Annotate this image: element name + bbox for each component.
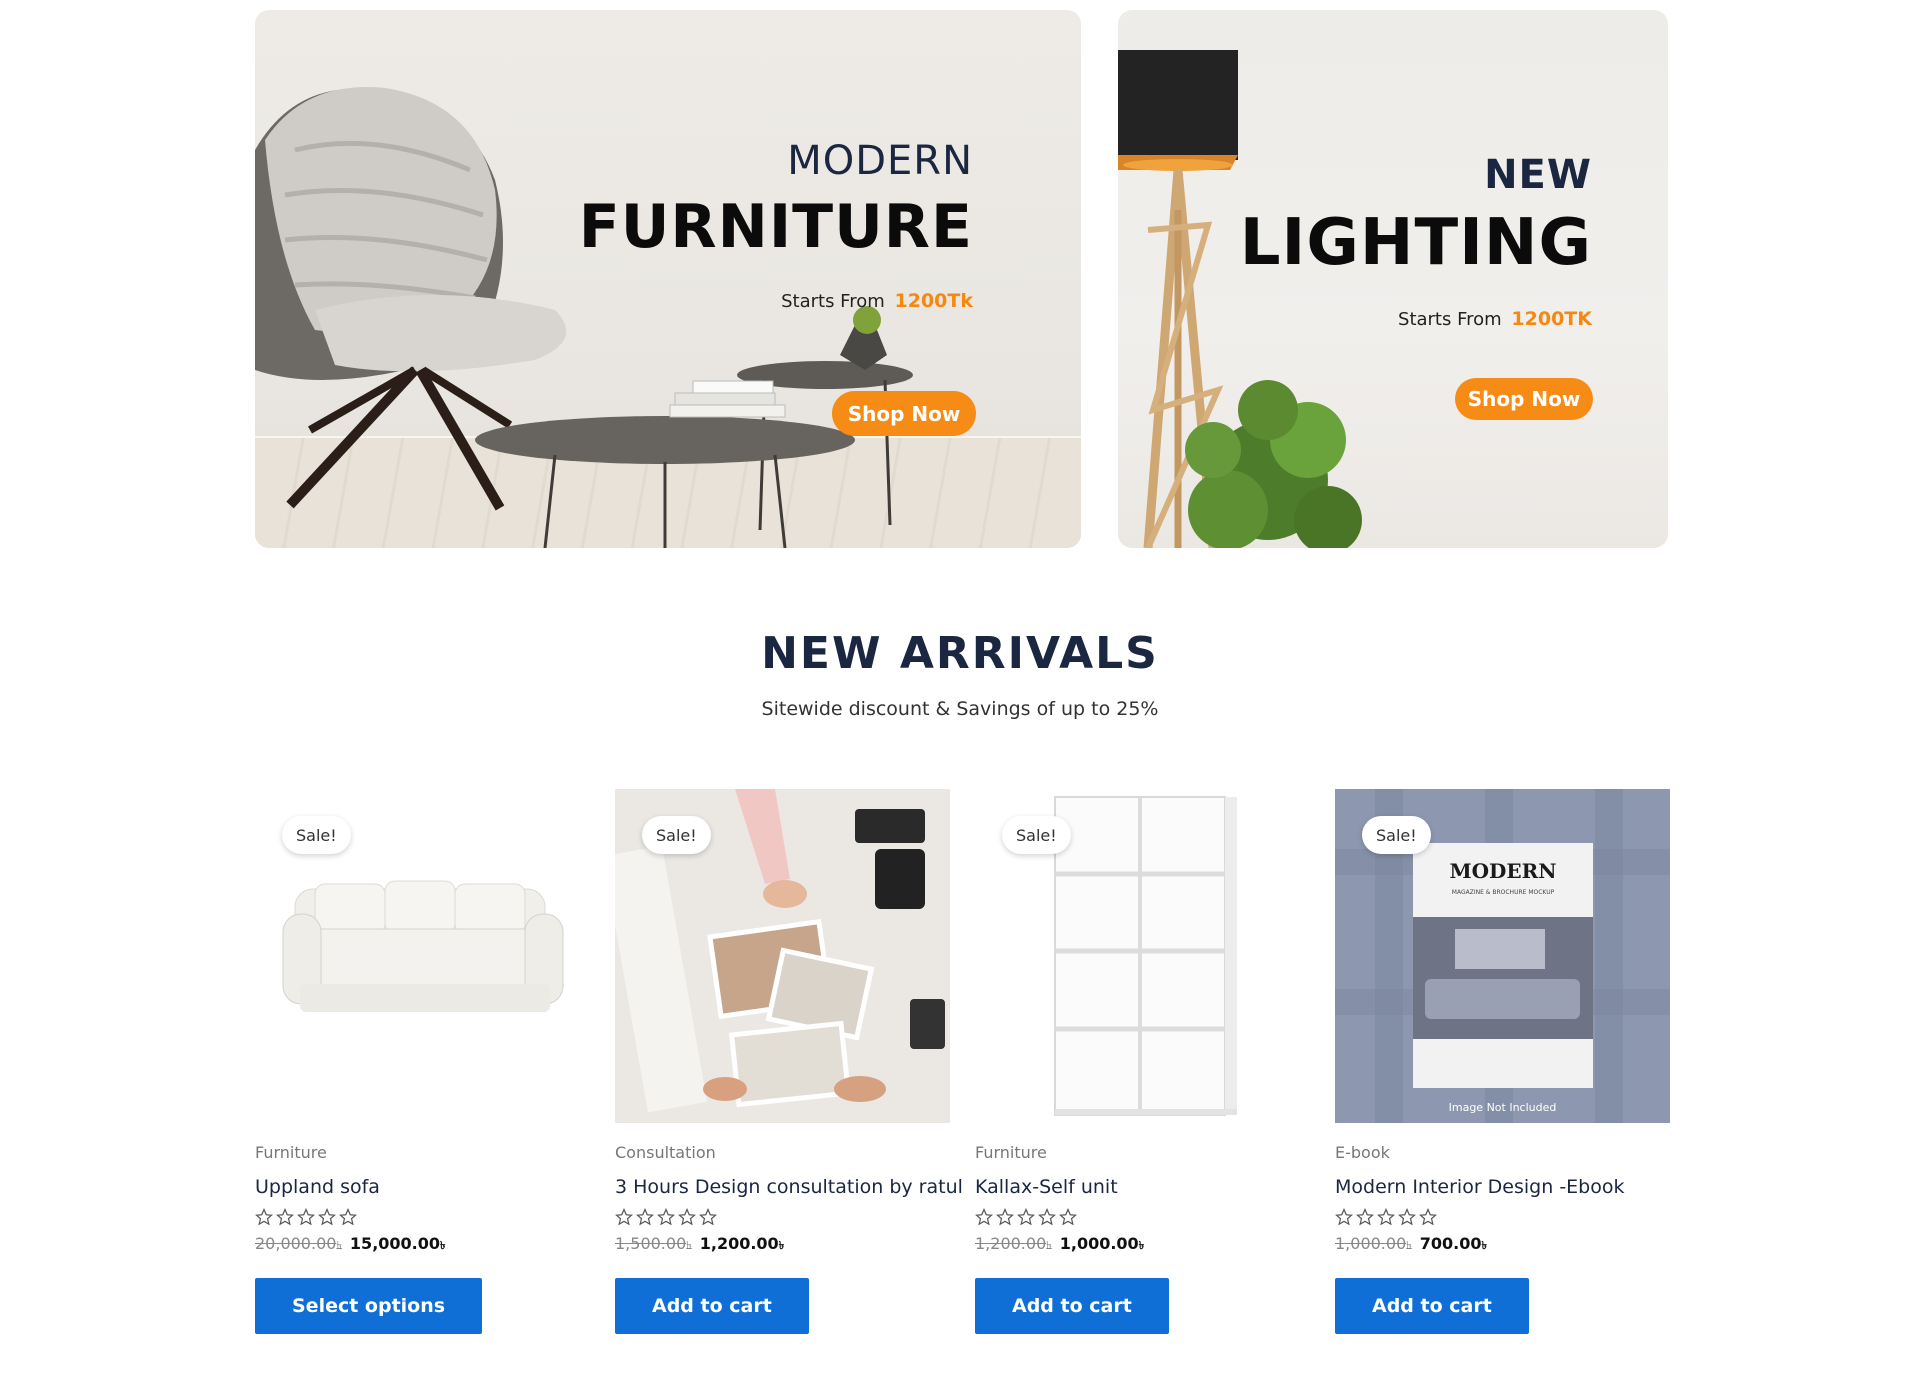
banner-price: Starts From 1200Tk [553,290,973,312]
star-outline-icon [678,1208,696,1226]
shop-now-button[interactable]: Shop Now [1455,378,1593,420]
product-price: 1,200.00৳ 1,000.00৳ [975,1234,1310,1256]
add-to-cart-button[interactable]: Add to cart [1335,1278,1529,1334]
product-image[interactable]: Sale! [975,789,1310,1123]
sale-badge: Sale! [282,816,351,854]
furniture-banner[interactable]: MODERN FURNITURE Starts From 1200Tk Shop… [255,10,1081,548]
product-image[interactable]: Sale! [255,789,590,1123]
banner-price-label: Starts From [1398,309,1502,330]
star-outline-icon [1017,1208,1035,1226]
currency-symbol: ৳ [1046,1239,1052,1252]
star-outline-icon [636,1208,654,1226]
product-card: Sale! Furniture Kallax-Self unit 1,200.0… [975,789,1310,1334]
old-price-value: 20,000.00 [255,1234,337,1253]
star-outline-icon [255,1208,273,1226]
old-price: 1,500.00৳ [615,1234,692,1256]
currency-symbol: ৳ [1138,1239,1145,1252]
star-outline-icon [975,1208,993,1226]
currency-symbol: ৳ [336,1239,342,1252]
star-rating [975,1208,1310,1226]
star-outline-icon [657,1208,675,1226]
product-price: 1,000.00৳ 700.00৳ [1335,1234,1670,1256]
product-name[interactable]: 3 Hours Design consultation by ratul [615,1176,963,1198]
product-name[interactable]: Modern Interior Design -Ebook [1335,1176,1670,1198]
old-price: 1,200.00৳ [975,1234,1052,1256]
star-rating [615,1208,950,1226]
product-card: MODERN MAGAZINE & BROCHURE MOCKUP Image … [1335,789,1670,1334]
product-category[interactable]: Furniture [975,1143,1310,1162]
banner-price-amount: 1200TK [1511,308,1592,330]
star-outline-icon [1398,1208,1416,1226]
banner-kicker: MODERN [787,138,973,184]
star-outline-icon [318,1208,336,1226]
star-outline-icon [699,1208,717,1226]
old-price-value: 1,000.00 [1335,1234,1407,1253]
sale-price: 1,200.00৳ [700,1234,784,1256]
star-outline-icon [1419,1208,1437,1226]
product-image[interactable]: Sale! [615,789,950,1123]
add-to-cart-button[interactable]: Add to cart [975,1278,1169,1334]
star-rating [1335,1208,1670,1226]
section-subtitle: Sitewide discount & Savings of up to 25% [761,698,1159,720]
sale-price: 700.00৳ [1420,1234,1487,1256]
currency-symbol: ৳ [686,1239,692,1252]
star-outline-icon [996,1208,1014,1226]
select-options-button[interactable]: Select options [255,1278,483,1334]
old-price: 1,000.00৳ [1335,1234,1412,1256]
lighting-banner[interactable]: NEW LIGHTING Starts From 1200TK Shop Now [1118,10,1668,548]
sale-badge: Sale! [642,816,711,854]
product-card: Sale! Consultation 3 Hours Design consul… [615,789,963,1334]
sale-price: 1,000.00৳ [1060,1234,1144,1256]
banner-price-label: Starts From [781,291,885,312]
star-outline-icon [1059,1208,1077,1226]
furniture-banner-text: MODERN FURNITURE Starts From 1200Tk [553,138,973,312]
sale-price: 15,000.00৳ [350,1234,446,1256]
old-price-value: 1,500.00 [615,1234,687,1253]
product-name[interactable]: Uppland sofa [255,1176,590,1198]
currency-symbol: ৳ [778,1239,785,1252]
ebook-cover-subtitle: MAGAZINE & BROCHURE MOCKUP [1451,889,1555,896]
banner-price-amount: 1200Tk [894,290,973,312]
star-outline-icon [1038,1208,1056,1226]
star-outline-icon [1335,1208,1353,1226]
product-category[interactable]: Consultation [615,1143,950,1162]
section-title: NEW ARRIVALS [761,628,1159,679]
product-category[interactable]: Furniture [255,1143,590,1162]
ebook-cover-title: MODERN [1449,859,1557,883]
star-outline-icon [615,1208,633,1226]
old-price-value: 1,200.00 [975,1234,1047,1253]
currency-symbol: ৳ [1406,1239,1412,1252]
banner-headline: LIGHTING [1239,206,1592,280]
star-outline-icon [1377,1208,1395,1226]
sale-price-value: 700.00 [1419,1234,1482,1253]
banner-kicker: NEW [1484,152,1592,198]
product-image[interactable]: MODERN MAGAZINE & BROCHURE MOCKUP Image … [1335,789,1670,1123]
currency-symbol: ৳ [1481,1239,1487,1252]
product-name[interactable]: Kallax-Self unit [975,1176,1310,1198]
sale-badge: Sale! [1362,816,1431,854]
ebook-cover-note: Image Not Included [1448,1101,1557,1114]
star-outline-icon [297,1208,315,1226]
product-card: Sale! Furniture Uppland sofa 20,000.00৳ … [255,789,590,1334]
sale-price-value: 15,000.00 [349,1234,441,1253]
banner-price: Starts From 1200TK [1152,308,1592,330]
lighting-banner-text: NEW LIGHTING Starts From 1200TK [1152,152,1592,330]
product-category[interactable]: E-book [1335,1143,1670,1162]
sale-badge: Sale! [1002,816,1071,854]
star-rating [255,1208,590,1226]
page: MODERN FURNITURE Starts From 1200Tk Shop… [0,0,1920,1400]
banner-headline: FURNITURE [578,192,973,262]
product-price: 1,500.00৳ 1,200.00৳ [615,1234,950,1256]
sale-price-value: 1,000.00 [1059,1234,1139,1253]
star-outline-icon [276,1208,294,1226]
shop-now-button[interactable]: Shop Now [832,391,976,436]
sale-price-value: 1,200.00 [699,1234,779,1253]
star-outline-icon [339,1208,357,1226]
product-price: 20,000.00৳ 15,000.00৳ [255,1234,590,1256]
star-outline-icon [1356,1208,1374,1226]
add-to-cart-button[interactable]: Add to cart [615,1278,809,1334]
old-price: 20,000.00৳ [255,1234,342,1256]
currency-symbol: ৳ [440,1239,446,1252]
